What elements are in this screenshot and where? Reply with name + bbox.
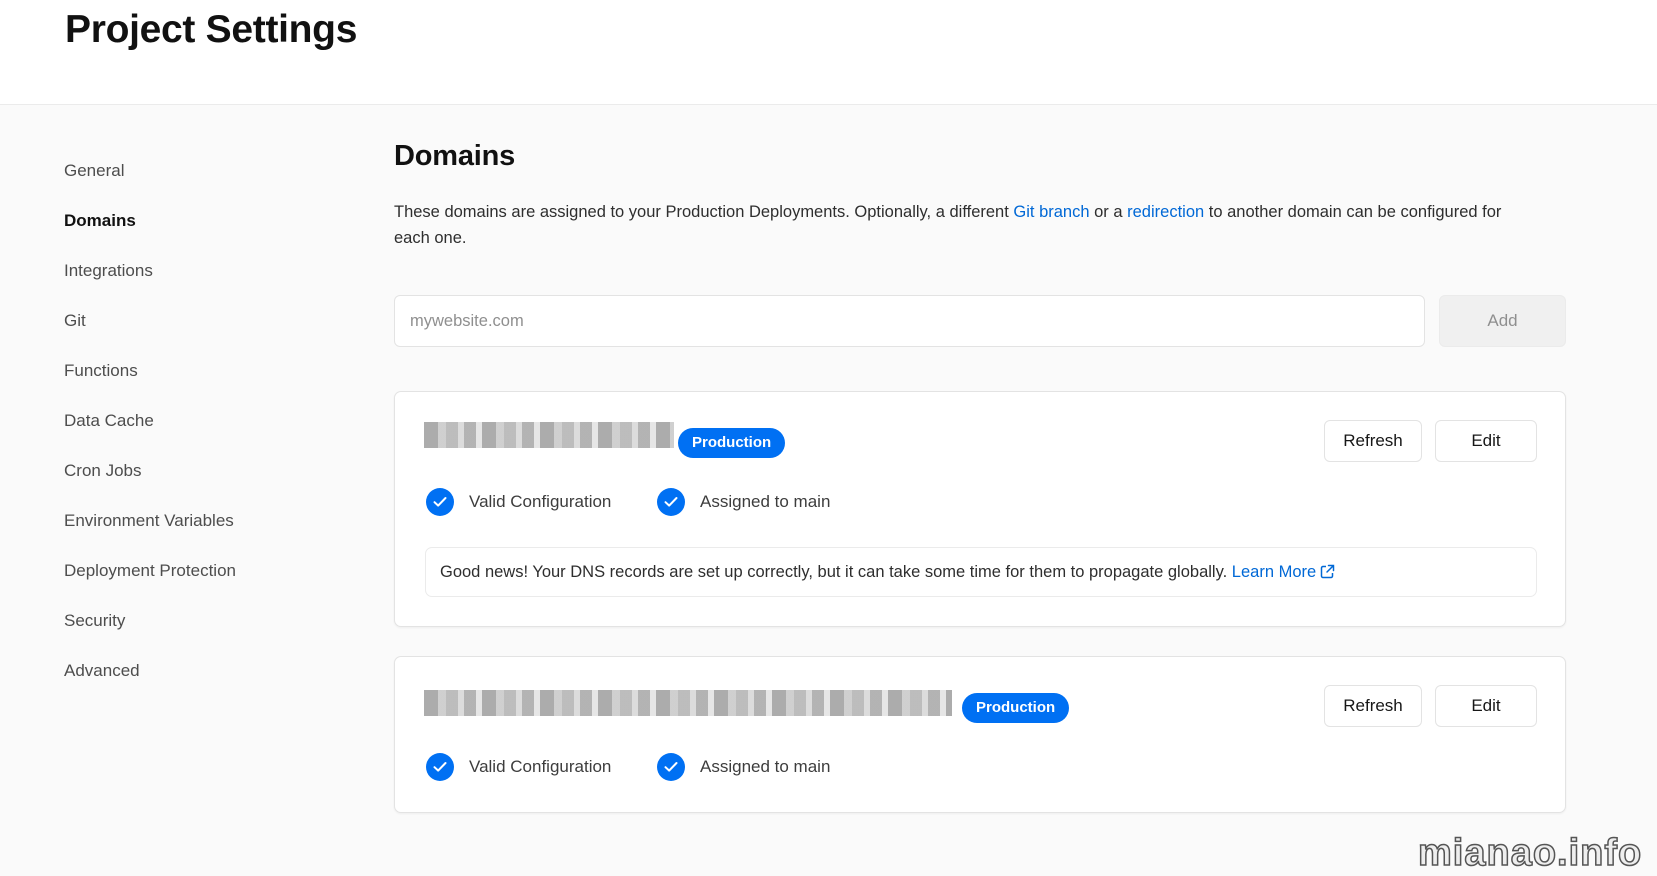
sidebar-item-domains[interactable]: Domains [64, 200, 364, 250]
domain-name-redacted[interactable] [424, 690, 952, 716]
check-circle-icon [426, 488, 454, 516]
domain-card: Production Refresh Edit Valid Configurat… [394, 391, 1566, 627]
learn-more-label: Learn More [1231, 563, 1317, 581]
dns-info-message: Good news! Your DNS records are set up c… [425, 547, 1537, 597]
redirection-link[interactable]: redirection [1127, 203, 1204, 221]
sidebar-item-git[interactable]: Git [64, 300, 364, 350]
description-text: or a [1089, 203, 1128, 221]
header-bar: Project Settings [0, 0, 1657, 105]
sidebar-item-security[interactable]: Security [64, 600, 364, 650]
status-label: Valid Configuration [469, 492, 612, 511]
domain-name-redacted[interactable] [424, 422, 674, 448]
status-label: Valid Configuration [469, 757, 612, 776]
watermark: mianao.info [1417, 831, 1643, 875]
production-badge: Production [962, 693, 1070, 723]
sidebar-item-deployment-protection[interactable]: Deployment Protection [64, 550, 364, 600]
external-link-icon [1320, 550, 1335, 598]
settings-sidebar: General Domains Integrations Git Functio… [64, 150, 364, 700]
domains-section: Domains These domains are assigned to yo… [394, 140, 1566, 813]
description-text: These domains are assigned to your Produ… [394, 203, 1014, 221]
check-circle-icon [426, 753, 454, 781]
sidebar-item-general[interactable]: General [64, 150, 364, 200]
production-badge: Production [678, 428, 786, 458]
section-title: Domains [394, 140, 516, 172]
add-domain-row: Add [394, 295, 1566, 347]
sidebar-item-integrations[interactable]: Integrations [64, 250, 364, 300]
sidebar-item-data-cache[interactable]: Data Cache [64, 400, 364, 450]
sidebar-item-environment-variables[interactable]: Environment Variables [64, 500, 364, 550]
edit-button[interactable]: Edit [1435, 685, 1537, 727]
add-domain-button[interactable]: Add [1439, 295, 1566, 347]
status-label: Assigned to main [700, 492, 831, 511]
section-description: These domains are assigned to your Produ… [394, 199, 1524, 251]
sidebar-item-cron-jobs[interactable]: Cron Jobs [64, 450, 364, 500]
refresh-button[interactable]: Refresh [1324, 685, 1422, 727]
sidebar-item-advanced[interactable]: Advanced [64, 650, 364, 700]
check-circle-icon [657, 488, 685, 516]
edit-button[interactable]: Edit [1435, 420, 1537, 462]
learn-more-link[interactable]: Learn More [1232, 563, 1335, 581]
git-branch-link[interactable]: Git branch [1013, 203, 1089, 221]
info-text: Good news! Your DNS records are set up c… [440, 563, 1228, 581]
domain-card: Production Refresh Edit Valid Configurat… [394, 656, 1566, 813]
domain-input[interactable] [394, 295, 1425, 347]
refresh-button[interactable]: Refresh [1324, 420, 1422, 462]
sidebar-item-functions[interactable]: Functions [64, 350, 364, 400]
status-label: Assigned to main [700, 757, 831, 776]
page-title: Project Settings [65, 8, 358, 51]
check-circle-icon [657, 753, 685, 781]
